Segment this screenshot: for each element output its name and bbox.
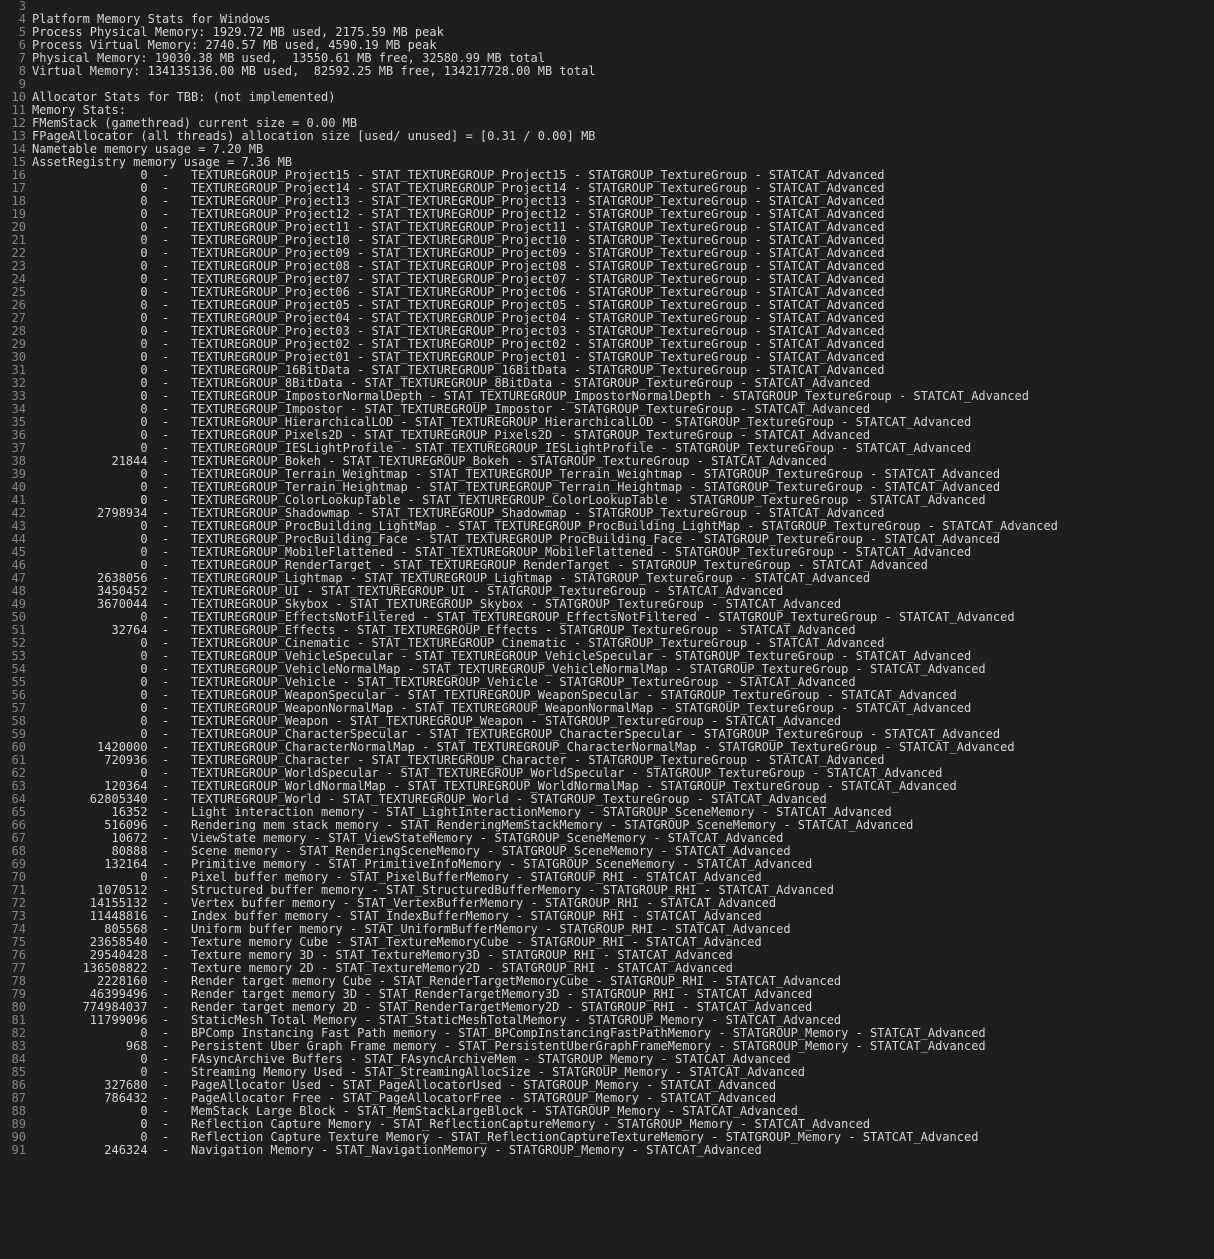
code-content[interactable]: Platform Memory Stats for WindowsProcess…: [32, 0, 1214, 1157]
line-number: 91: [4, 1144, 26, 1157]
line-number-gutter: 3456789101112131415161718192021222324252…: [0, 0, 32, 1157]
code-line: Allocator Stats for TBB: (not implemente…: [32, 91, 1214, 104]
code-line: Virtual Memory: 134135136.00 MB used, 82…: [32, 65, 1214, 78]
text-editor[interactable]: 3456789101112131415161718192021222324252…: [0, 0, 1214, 1157]
code-line: 246324 - Navigation Memory - STAT_Naviga…: [32, 1144, 1214, 1157]
